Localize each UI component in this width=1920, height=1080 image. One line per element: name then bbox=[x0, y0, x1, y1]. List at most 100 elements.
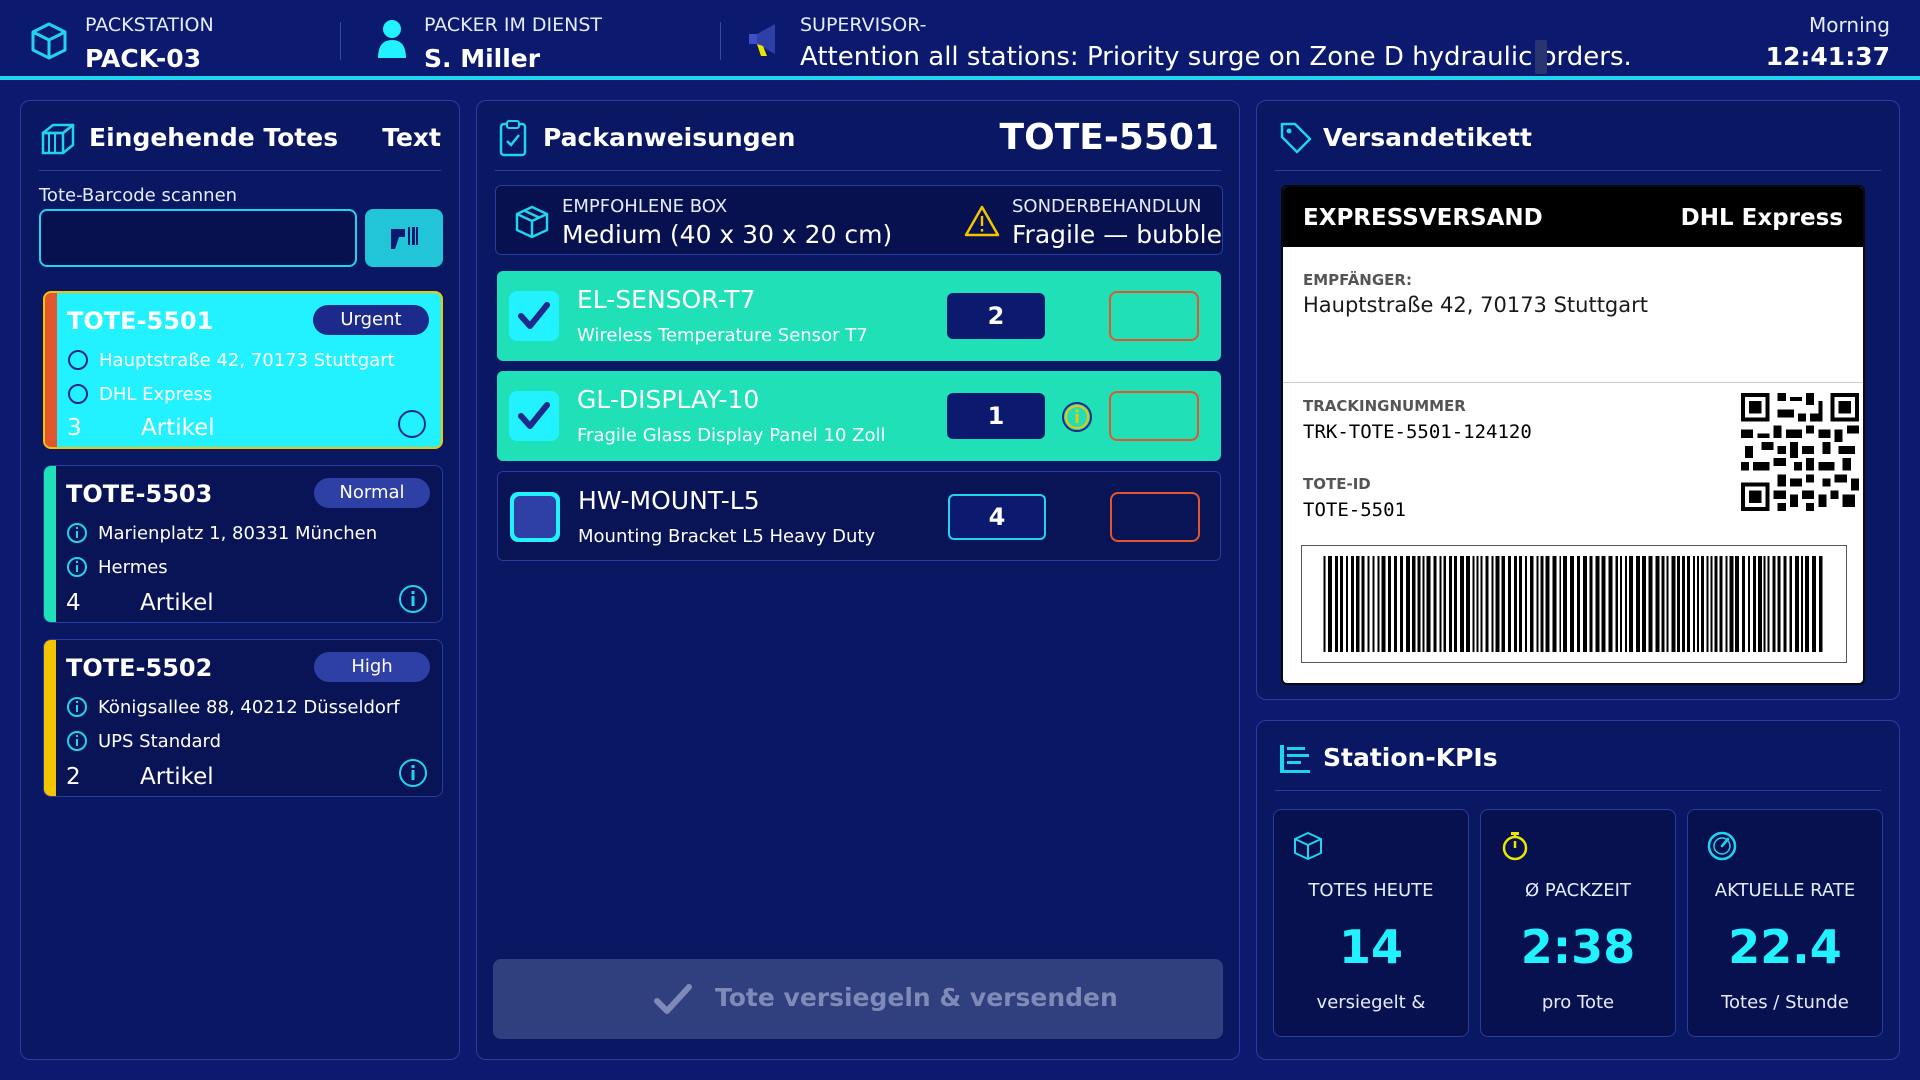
barcode-bar bbox=[1454, 555, 1458, 653]
barcode-scanner-icon bbox=[391, 227, 418, 249]
crate-icon bbox=[41, 123, 75, 155]
header-divider bbox=[720, 22, 721, 60]
station-label: PACKSTATION bbox=[85, 14, 214, 36]
barcode bbox=[1301, 545, 1847, 663]
seal-and-ship-button[interactable]: Tote versiegeln & versenden bbox=[493, 959, 1223, 1039]
barcode-bar bbox=[1335, 555, 1339, 653]
item-count: 4 bbox=[66, 590, 81, 616]
barcode-bar bbox=[1801, 555, 1804, 653]
tracking-value: TRK-TOTE-5501-124120 bbox=[1303, 421, 1532, 443]
info-icon bbox=[67, 697, 87, 717]
incoming-totes-panel: Eingehende Totes Text Tote-Barcode scann… bbox=[20, 100, 460, 1060]
pack-item-gl-display-10[interactable]: GL-DISPLAY-10 Fragile Glass Display Pane… bbox=[497, 371, 1221, 461]
tote-carrier-row: UPS Standard bbox=[66, 730, 221, 752]
tote-card-tote-5501[interactable]: TOTE-5501 Urgent Hauptstraße 42, 70173 S… bbox=[43, 291, 443, 449]
barcode-bar bbox=[1742, 555, 1746, 653]
barcode-bar bbox=[1818, 555, 1823, 653]
current-tote-id: TOTE-5501 bbox=[999, 117, 1219, 158]
tote-address: Hauptstraße 42, 70173 Stuttgart bbox=[99, 350, 395, 371]
priority-bar bbox=[44, 466, 56, 622]
tote-card-tote-5502[interactable]: TOTE-5502 High Königsallee 88, 40212 Düs… bbox=[43, 639, 443, 797]
barcode-bar bbox=[1355, 555, 1360, 653]
pack-item-el-sensor-t7[interactable]: EL-SENSOR-T7 Wireless Temperature Sensor… bbox=[497, 271, 1221, 361]
tote-card-tote-5503[interactable]: TOTE-5503 Normal Marienplatz 1, 80331 Mü… bbox=[43, 465, 443, 623]
scan-entry-field[interactable] bbox=[1110, 492, 1200, 542]
scan-entry-field[interactable] bbox=[1109, 391, 1199, 441]
barcode-bar bbox=[1536, 555, 1539, 653]
station-kpis-panel: Station-KPIs TOTES HEUTE 14 versiegelt &… bbox=[1256, 720, 1900, 1060]
special-handling-label: SONDERBEHANDLUN bbox=[1012, 196, 1202, 217]
barcode-bar bbox=[1495, 555, 1500, 653]
scan-entry-field[interactable] bbox=[1109, 291, 1199, 341]
shipping-label-panel: Versandetikett EXPRESSVERSAND DHL Expres… bbox=[1256, 100, 1900, 700]
barcode-bar bbox=[1687, 555, 1690, 653]
item-checkbox[interactable] bbox=[509, 391, 559, 441]
item-count: 3 bbox=[67, 415, 82, 441]
barcode-bar bbox=[1465, 555, 1470, 653]
checkbox-inner bbox=[514, 496, 556, 538]
barcode-bar bbox=[1422, 555, 1425, 653]
barcode-bar bbox=[1629, 555, 1633, 653]
barcode-bar bbox=[1459, 555, 1464, 653]
barcode-bar bbox=[1706, 555, 1709, 653]
barcode-bar bbox=[1394, 555, 1398, 653]
barcode-bar bbox=[1501, 555, 1506, 653]
box-label: EMPFOHLENE BOX bbox=[562, 196, 728, 217]
item-checkbox[interactable] bbox=[509, 291, 559, 341]
tote-address: Marienplatz 1, 80331 München bbox=[98, 523, 378, 544]
divider bbox=[39, 170, 441, 171]
barcode-bar bbox=[1777, 555, 1781, 653]
barcode-bar bbox=[1449, 555, 1453, 653]
tote-carrier: UPS Standard bbox=[98, 731, 222, 752]
stopwatch-icon bbox=[1502, 832, 1528, 861]
barcode-bar bbox=[1641, 555, 1646, 653]
barcode-bar bbox=[1323, 555, 1326, 653]
barcode-bar bbox=[1714, 555, 1718, 653]
circle-icon bbox=[68, 350, 88, 370]
panel-title: Packanweisungen bbox=[543, 123, 796, 152]
tote-address-row: Hauptstraße 42, 70173 Stuttgart bbox=[67, 349, 395, 371]
status-circle-icon bbox=[398, 410, 426, 438]
barcode-bar bbox=[1400, 555, 1403, 653]
divider bbox=[1275, 790, 1881, 791]
barcode-bar bbox=[1552, 555, 1557, 653]
barcode-bar bbox=[1540, 555, 1544, 653]
barcode-bar bbox=[1767, 555, 1770, 653]
barcode-bar bbox=[1589, 555, 1593, 653]
tote-id: TOTE-5502 bbox=[66, 654, 213, 682]
panel-header: Packanweisungen TOTE-5501 bbox=[477, 101, 1239, 171]
kpi-value: 22.4 bbox=[1728, 920, 1842, 974]
barcode-bar bbox=[1514, 555, 1517, 653]
list-chart-icon bbox=[1280, 745, 1310, 773]
info-icon[interactable] bbox=[1061, 401, 1093, 433]
barcode-bar bbox=[1608, 555, 1613, 653]
kpi-subtitle: pro Tote bbox=[1541, 992, 1615, 1013]
barcode-bar bbox=[1789, 555, 1793, 653]
barcode-bar bbox=[1411, 555, 1416, 653]
barcode-bar bbox=[1524, 555, 1527, 653]
panel-header: Versandetikett bbox=[1257, 101, 1899, 171]
barcode-bar bbox=[1340, 555, 1343, 653]
tote-address: Königsallee 88, 40212 Düsseldorf bbox=[98, 697, 400, 718]
packing-instructions-panel: Packanweisungen TOTE-5501 EMPFOHLENE BOX… bbox=[476, 100, 1240, 1060]
seal-button-label: Tote versiegeln & versenden bbox=[715, 983, 1118, 1012]
greeting: Morning bbox=[1809, 13, 1890, 37]
checkmark-icon bbox=[518, 402, 550, 429]
pack-item-hw-mount-l5[interactable]: HW-MOUNT-L5 Mounting Bracket L5 Heavy Du… bbox=[497, 471, 1221, 561]
barcode-input[interactable] bbox=[39, 209, 357, 267]
barcode-bar bbox=[1666, 555, 1669, 653]
kpi-subtitle: Totes / Stunde bbox=[1721, 992, 1849, 1013]
scan-button[interactable] bbox=[365, 209, 443, 267]
panel-header-link[interactable]: Text bbox=[382, 123, 441, 152]
barcode-bar bbox=[1476, 555, 1479, 653]
info-icon bbox=[67, 731, 87, 751]
panel-title: Station-KPIs bbox=[1323, 743, 1498, 772]
tote-carrier: Hermes bbox=[98, 557, 168, 578]
kpi-title: AKTUELLE RATE bbox=[1714, 880, 1856, 901]
info-icon[interactable] bbox=[398, 758, 428, 788]
item-checkbox[interactable] bbox=[510, 492, 560, 542]
barcode-bar bbox=[1677, 555, 1681, 653]
info-icon bbox=[67, 557, 87, 577]
barcode-bar bbox=[1696, 555, 1699, 653]
info-icon[interactable] bbox=[398, 584, 428, 614]
